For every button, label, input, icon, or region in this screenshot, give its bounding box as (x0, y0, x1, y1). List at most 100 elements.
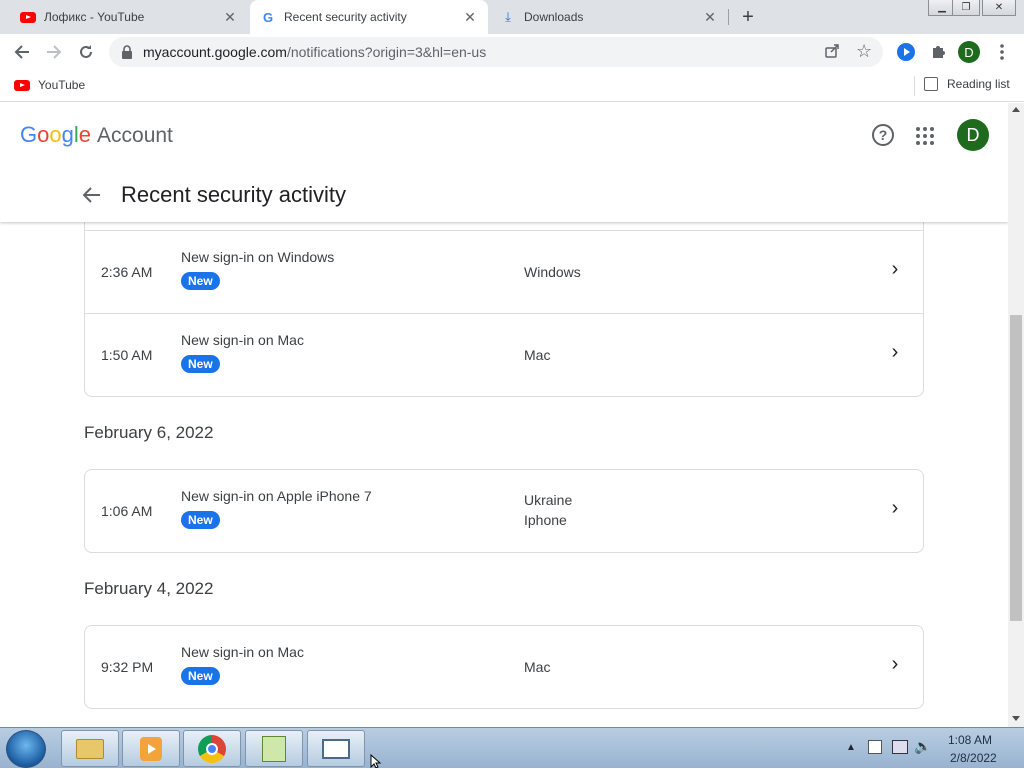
window-app-icon[interactable] (307, 730, 365, 767)
account-avatar[interactable]: D (957, 119, 989, 151)
page-title: Recent security activity (121, 182, 346, 207)
restore-button[interactable]: ❐ (952, 0, 980, 16)
tab-youtube[interactable]: Лофикс - YouTube ✕ (0, 0, 248, 34)
bookmark-label: YouTube (38, 78, 86, 92)
google-account-logo[interactable]: Google Account (20, 122, 173, 148)
google-apps-icon[interactable] (916, 127, 934, 145)
event-time: 2:36 AM (101, 264, 153, 280)
logo-letter: G (20, 122, 38, 147)
event-device-location: Ukraine (524, 492, 573, 508)
help-icon[interactable]: ? (872, 124, 894, 146)
file-explorer-icon[interactable] (61, 730, 119, 767)
clock-time[interactable]: 1:08 AM (948, 733, 992, 747)
event-device: Iphone (524, 512, 567, 528)
bookmark-youtube[interactable]: YouTube (14, 78, 85, 92)
chevron-right-icon[interactable]: › (887, 653, 903, 675)
youtube-icon (20, 11, 36, 23)
bookmark-star-icon[interactable]: ☆ (856, 41, 872, 62)
share-icon[interactable] (824, 43, 842, 61)
new-badge: New (181, 667, 220, 685)
event-device: Mac (524, 659, 551, 675)
tab-downloads[interactable]: ⤓ Downloads ✕ (490, 0, 728, 34)
account-header: Google Account ? D Recent security activ… (0, 103, 1008, 222)
menu-kebab-icon[interactable] (990, 40, 1014, 64)
mouse-cursor-icon (370, 754, 382, 768)
event-title: New sign-in on Mac (181, 332, 304, 348)
url-path: /notifications?origin=3&hl=en-us (286, 44, 487, 60)
event-title: New sign-in on Mac (181, 644, 304, 660)
show-hidden-icons-icon[interactable]: ▲ (846, 742, 856, 753)
profile-avatar[interactable]: D (958, 41, 980, 63)
reading-list-icon (924, 77, 938, 91)
event-title: New sign-in on Apple iPhone 7 (181, 488, 372, 504)
notepad-plus-icon[interactable] (245, 730, 303, 767)
new-tab-button[interactable]: + (737, 6, 759, 28)
tab-title: Recent security activity (284, 10, 407, 24)
date-heading: February 4, 2022 (84, 579, 214, 598)
logo-letter: g (61, 122, 74, 147)
date-heading: February 6, 2022 (84, 423, 214, 442)
bookmarks-divider (914, 76, 915, 96)
event-time: 1:50 AM (101, 347, 153, 363)
extensions-puzzle-icon[interactable] (926, 40, 950, 64)
reading-list-label: Reading list (947, 77, 1010, 91)
logo-letter: o (49, 122, 62, 147)
volume-icon[interactable]: 🔈 (914, 738, 931, 755)
chevron-right-icon[interactable]: › (887, 497, 903, 519)
activity-row[interactable]: 9:32 PM New sign-in on Mac New Mac › (85, 626, 923, 709)
reading-list-button[interactable]: Reading list (924, 77, 1010, 91)
activity-row[interactable]: 1:50 AM New sign-in on Mac New Mac › (85, 313, 923, 396)
youtube-icon (14, 79, 30, 91)
bookmarks-bar: YouTube Reading list (0, 70, 1024, 102)
back-icon[interactable] (10, 40, 34, 64)
activity-card: 2:36 AM New sign-in on Windows New Windo… (84, 213, 924, 397)
chevron-right-icon[interactable]: › (887, 258, 903, 280)
page-scrollbar[interactable] (1008, 103, 1024, 727)
new-badge: New (181, 272, 220, 290)
tab-title: Downloads (524, 10, 584, 24)
back-arrow-icon[interactable] (80, 183, 104, 207)
chevron-right-icon[interactable]: › (887, 341, 903, 363)
download-icon: ⤓ (505, 9, 511, 24)
page-viewport: Google Account ? D Recent security activ… (0, 103, 1008, 727)
activity-card: 9:32 PM New sign-in on Mac New Mac › (84, 625, 924, 709)
action-center-icon[interactable] (868, 740, 882, 754)
forward-icon[interactable] (42, 40, 66, 64)
activity-row[interactable]: 2:36 AM New sign-in on Windows New Windo… (85, 230, 923, 313)
media-player-icon[interactable] (122, 730, 180, 767)
logo-letter: o (37, 122, 50, 147)
browser-toolbar: myaccount.google.com/notifications?origi… (0, 34, 1024, 70)
close-window-button[interactable]: ✕ (982, 0, 1016, 16)
tab-separator (728, 9, 729, 25)
tab-recent-security-activity[interactable]: G Recent security activity ✕ (250, 0, 488, 34)
activity-card: 1:06 AM New sign-in on Apple iPhone 7 Ne… (84, 469, 924, 553)
chrome-icon[interactable] (183, 730, 241, 767)
url-host: myaccount.google.com (143, 44, 287, 60)
close-icon[interactable]: ✕ (702, 9, 718, 25)
event-time: 1:06 AM (101, 503, 153, 519)
new-badge: New (181, 511, 220, 529)
close-icon[interactable]: ✕ (222, 9, 238, 25)
event-time: 9:32 PM (101, 659, 154, 675)
network-icon[interactable] (892, 740, 908, 754)
lock-icon[interactable] (121, 45, 133, 59)
clock-date[interactable]: 2/8/2022 (950, 751, 997, 765)
google-icon: G (262, 9, 274, 25)
event-device: Mac (524, 347, 551, 363)
address-bar[interactable]: myaccount.google.com/notifications?origi… (109, 37, 883, 67)
extension-player-icon[interactable] (894, 40, 918, 64)
reload-icon[interactable] (74, 40, 98, 64)
event-device: Windows (524, 264, 581, 280)
windows-taskbar: ▲ 🔈 (0, 727, 1024, 768)
event-title: New sign-in on Windows (181, 249, 335, 265)
scroll-up-icon[interactable] (1012, 107, 1020, 112)
activity-row[interactable]: 1:06 AM New sign-in on Apple iPhone 7 Ne… (85, 470, 923, 553)
logo-letter: e (78, 122, 92, 147)
start-button[interactable] (6, 730, 46, 768)
scroll-down-icon[interactable] (1012, 716, 1020, 721)
tab-title: Лофикс - YouTube (44, 10, 145, 24)
logo-product-name: Account (97, 124, 173, 147)
close-icon[interactable]: ✕ (462, 9, 478, 25)
scrollbar-thumb[interactable] (1010, 315, 1022, 621)
new-badge: New (181, 355, 220, 373)
